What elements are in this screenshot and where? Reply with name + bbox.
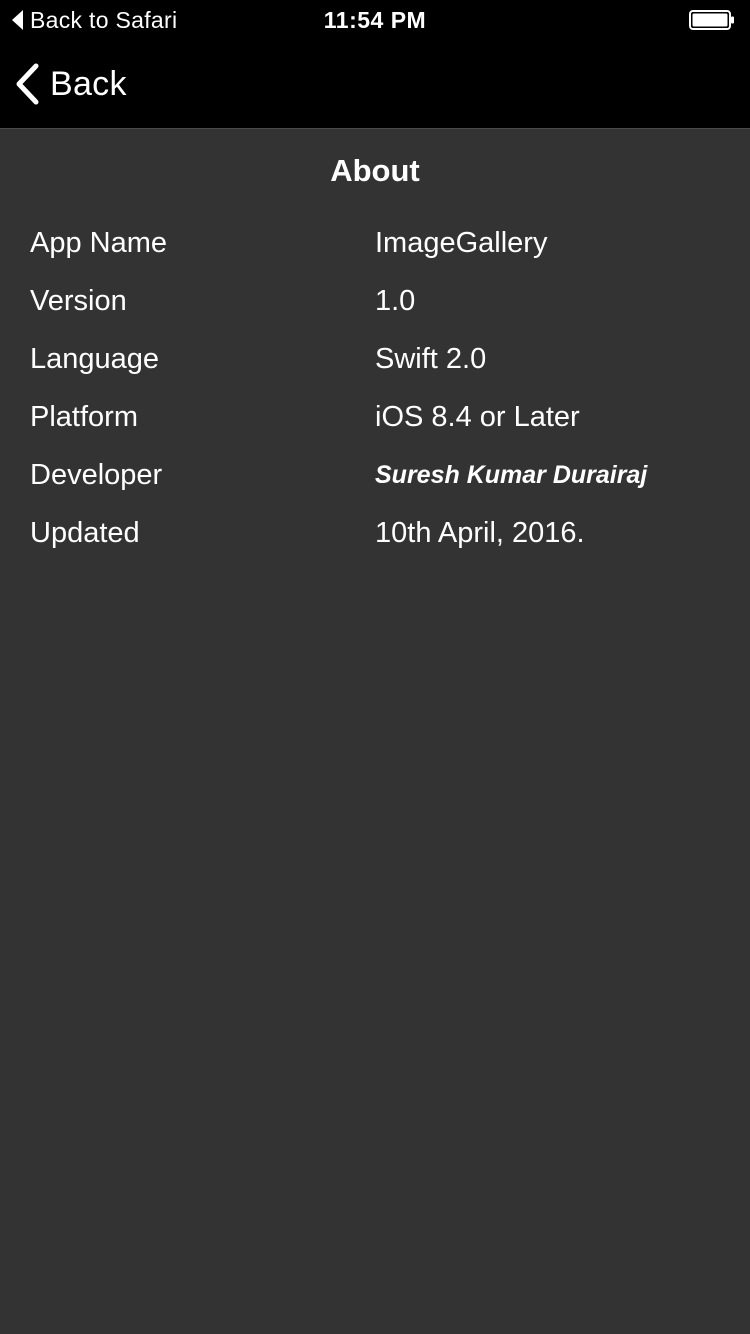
page-title: About — [330, 153, 420, 188]
navigation-bar: Back — [0, 40, 750, 129]
battery-icon — [689, 10, 734, 30]
info-label: Updated — [30, 517, 140, 549]
info-value: Swift 2.0 — [375, 343, 487, 375]
info-value: ImageGallery — [375, 227, 548, 259]
info-row-app-name: App Name ImageGallery — [0, 221, 750, 265]
info-value: 1.0 — [375, 285, 416, 317]
info-row-language: Language Swift 2.0 — [0, 337, 750, 381]
info-value: iOS 8.4 or Later — [375, 401, 580, 433]
info-row-updated: Updated 10th April, 2016. — [0, 511, 750, 555]
info-value: 10th April, 2016. — [375, 517, 585, 549]
info-label: Version — [30, 285, 127, 317]
info-value: Suresh Kumar Durairaj — [375, 461, 648, 489]
about-content: About App Name ImageGallery Version 1.0 … — [0, 129, 750, 1334]
info-row-developer: Developer Suresh Kumar Durairaj — [0, 453, 750, 497]
chevron-left-icon — [16, 63, 39, 105]
info-row-platform: Platform iOS 8.4 or Later — [0, 395, 750, 439]
back-button[interactable]: Back — [14, 60, 127, 108]
info-label: Developer — [30, 459, 163, 491]
info-label: Platform — [30, 401, 138, 433]
status-time: 11:54 PM — [323, 7, 427, 33]
back-button-label: Back — [50, 64, 127, 103]
info-row-version: Version 1.0 — [0, 279, 750, 323]
info-label: App Name — [30, 227, 168, 259]
info-label: Language — [30, 343, 160, 375]
status-bar: Back to Safari 11:54 PM — [0, 0, 750, 40]
